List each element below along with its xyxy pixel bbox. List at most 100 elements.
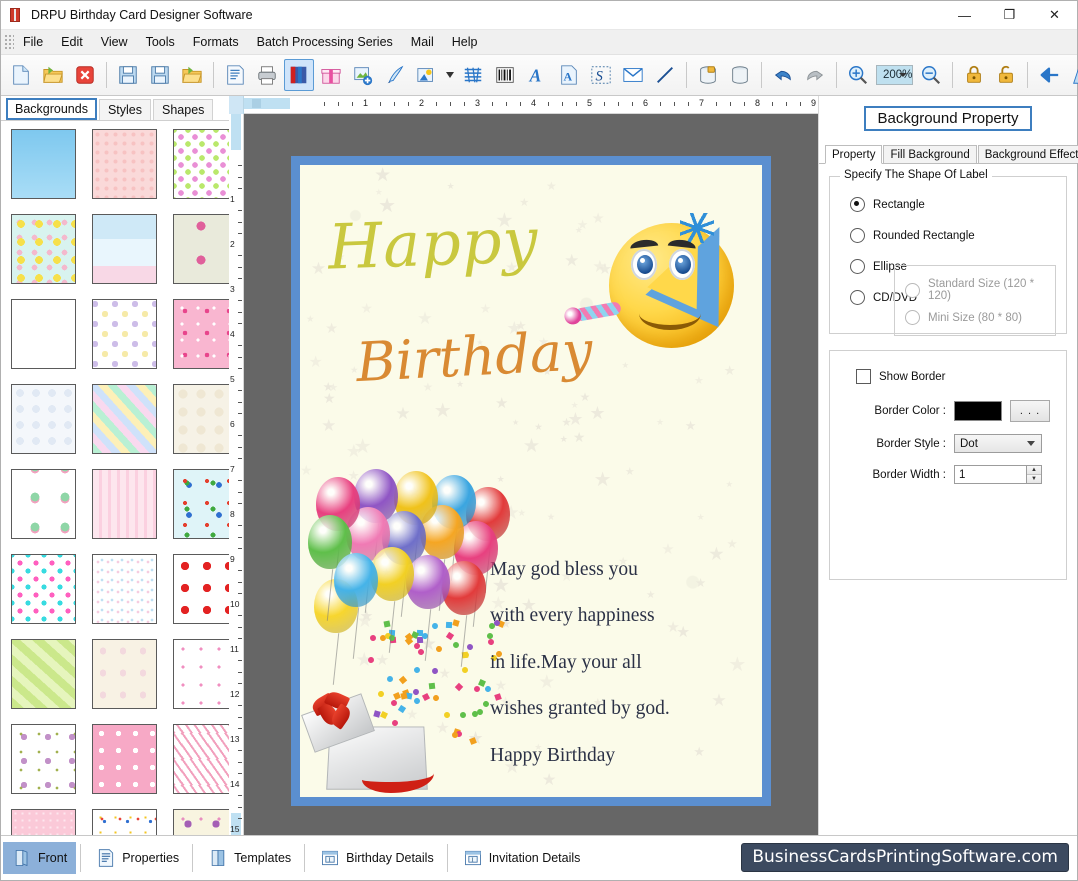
radio-rounded-rectangle[interactable]: Rounded Rectangle <box>850 228 1056 243</box>
background-thumbnail-pink-stripes-hearts[interactable] <box>92 469 157 539</box>
background-thumbnail-rainbow-swirl[interactable] <box>92 384 157 454</box>
background-thumbnail-red-hearts[interactable] <box>173 554 229 624</box>
export-folder-icon[interactable] <box>177 59 207 91</box>
menu-file[interactable]: File <box>14 32 52 52</box>
unlock-icon[interactable] <box>991 59 1021 91</box>
menu-batch-processing-series[interactable]: Batch Processing Series <box>248 32 402 52</box>
background-thumbnail-neon-hearts[interactable] <box>11 554 76 624</box>
close-button[interactable]: ✕ <box>1032 1 1077 29</box>
border-width-stepper[interactable]: 1 ▲ ▼ <box>954 465 1042 484</box>
tab-property[interactable]: Property <box>825 145 883 164</box>
border-color-browse-button[interactable]: . . . <box>1010 400 1050 422</box>
card-title-birthday[interactable]: Birthday <box>355 319 594 394</box>
background-thumbnail-winter-scene[interactable] <box>92 214 157 284</box>
zoom-level-combobox[interactable]: 200% <box>876 65 914 85</box>
redo-icon[interactable] <box>800 59 830 91</box>
align-left-icon[interactable] <box>1034 59 1064 91</box>
tab-fill-background[interactable]: Fill Background <box>883 145 977 163</box>
background-thumbnail-cream-texture[interactable] <box>173 384 229 454</box>
background-thumbnail-pastel-balloons[interactable] <box>92 299 157 369</box>
horizontal-ruler[interactable]: 1 2 3 4 5 6 7 8 9 <box>244 96 818 114</box>
card-message[interactable]: May god bless you with every happiness i… <box>490 559 752 770</box>
background-thumbnail-violet-vine[interactable] <box>173 809 229 835</box>
card-title-happy[interactable]: Happy <box>327 203 540 283</box>
chevron-down-icon[interactable] <box>1027 441 1035 446</box>
menu-grip-icon[interactable] <box>4 34 14 50</box>
zoom-out-icon[interactable] <box>916 59 946 91</box>
smiley-face-graphic[interactable] <box>574 210 756 348</box>
save-icon[interactable] <box>113 59 143 91</box>
tab-backgrounds[interactable]: Backgrounds <box>6 98 97 120</box>
menu-formats[interactable]: Formats <box>184 32 248 52</box>
background-thumbnail-pastel-flowers[interactable] <box>173 129 229 199</box>
insert-image-icon[interactable] <box>348 59 378 91</box>
radio-ellipse-indicator[interactable] <box>850 259 865 274</box>
bottom-item-templates[interactable]: Templates <box>199 842 300 874</box>
print-icon[interactable] <box>252 59 282 91</box>
text-box-icon[interactable]: A <box>554 59 584 91</box>
barcode-icon[interactable] <box>490 59 520 91</box>
save-as-icon[interactable]: I <box>145 59 175 91</box>
database-icon[interactable] <box>725 59 755 91</box>
background-thumbnail-white-bubbles[interactable] <box>11 384 76 454</box>
spin-up-icon[interactable]: ▲ <box>1027 466 1041 475</box>
database-lock-icon[interactable] <box>693 59 723 91</box>
background-thumbnail-cream-cakes[interactable] <box>92 639 157 709</box>
watermark-icon[interactable] <box>458 59 488 91</box>
chevron-down-icon[interactable] <box>899 73 908 77</box>
radio-rectangle-indicator[interactable] <box>850 197 865 212</box>
background-thumbnail-happy-birthday-balloons[interactable] <box>11 469 76 539</box>
background-icon[interactable] <box>284 59 314 91</box>
radio-cd-dvd-indicator[interactable] <box>850 290 865 305</box>
menu-mail[interactable]: Mail <box>402 32 443 52</box>
background-thumbnail-colorful-balloons[interactable] <box>173 469 229 539</box>
background-thumbnail-pink-cakes[interactable] <box>173 299 229 369</box>
background-thumbnail-yellow-daisies[interactable] <box>11 214 76 284</box>
card-preview[interactable]: ★ ★ ★ ★ ★ ★ ★ ★ ★ ★ ★ ★ ★ ★ ★ ★ ★ ★ ★ ★ ★ ★ ★ ★ ★ ★ ★ ★ ★ ★ ★ ★ ★ ★ ★ ★ ★ ★ ★ ★… <box>291 156 771 806</box>
shape-picture-icon[interactable] <box>412 59 442 91</box>
menu-view[interactable]: View <box>92 32 137 52</box>
lock-icon[interactable] <box>959 59 989 91</box>
background-thumbnail-green-stripes[interactable] <box>11 639 76 709</box>
open-folder-icon[interactable] <box>38 59 68 91</box>
email-icon[interactable] <box>618 59 648 91</box>
background-thumbnail-purple-blossoms[interactable] <box>11 724 76 794</box>
menu-help[interactable]: Help <box>443 32 487 52</box>
minimize-button[interactable]: — <box>942 1 987 29</box>
gift-icon[interactable] <box>316 59 346 91</box>
tab-background-effects[interactable]: Background Effects <box>977 145 1078 163</box>
border-width-spin-buttons[interactable]: ▲ ▼ <box>1026 465 1042 484</box>
signature-icon[interactable]: S <box>586 59 616 91</box>
background-thumbnail-sky-clouds[interactable] <box>11 129 76 199</box>
line-icon[interactable] <box>650 59 680 91</box>
tab-shapes[interactable]: Shapes <box>153 99 214 120</box>
menu-edit[interactable]: Edit <box>52 32 92 52</box>
new-document-icon[interactable] <box>6 59 36 91</box>
zoom-in-icon[interactable] <box>843 59 873 91</box>
bottom-item-invitation-details[interactable]: I Invitation Details <box>454 842 590 874</box>
undo-icon[interactable] <box>768 59 798 91</box>
bottom-item-front[interactable]: Front <box>3 842 77 874</box>
background-thumbnail-blue-stars[interactable] <box>11 299 76 369</box>
background-thumbnail-bird-balloons[interactable] <box>173 214 229 284</box>
bottom-item-properties[interactable]: Properties <box>87 842 188 874</box>
close-document-icon[interactable] <box>70 59 100 91</box>
border-width-input[interactable]: 1 <box>954 465 1026 484</box>
border-color-swatch[interactable] <box>954 401 1002 421</box>
background-thumbnail-pink-hearts[interactable] <box>92 724 157 794</box>
background-thumbnail-party-hats[interactable] <box>173 724 229 794</box>
pen-icon[interactable] <box>380 59 410 91</box>
bottom-item-birthday-details[interactable]: I Birthday Details <box>311 842 443 874</box>
canvas-area[interactable]: ★ ★ ★ ★ ★ ★ ★ ★ ★ ★ ★ ★ ★ ★ ★ ★ ★ ★ ★ ★ ★ ★ ★ ★ ★ ★ ★ ★ ★ ★ ★ ★ ★ ★ ★ ★ ★ ★ ★ ★… <box>244 114 818 835</box>
page-setup-icon[interactable] <box>220 59 250 91</box>
radio-rectangle[interactable]: Rectangle <box>850 197 1056 212</box>
background-thumbnail-pink-speckle[interactable] <box>11 809 76 835</box>
gift-box-graphic[interactable] <box>301 689 442 793</box>
border-style-select[interactable]: Dot <box>954 434 1042 453</box>
background-thumbnail-pink-damask[interactable] <box>92 129 157 199</box>
show-border-checkbox-row[interactable]: Show Border <box>856 369 1056 384</box>
chevron-down-icon[interactable] <box>444 59 456 91</box>
flip-horizontal-icon[interactable] <box>1066 59 1078 91</box>
background-thumbnail-balloon-bouquets[interactable] <box>92 554 157 624</box>
vertical-ruler[interactable]: 1 2 3 4 5 6 7 8 9 10 11 12 13 14 15 <box>229 114 244 835</box>
